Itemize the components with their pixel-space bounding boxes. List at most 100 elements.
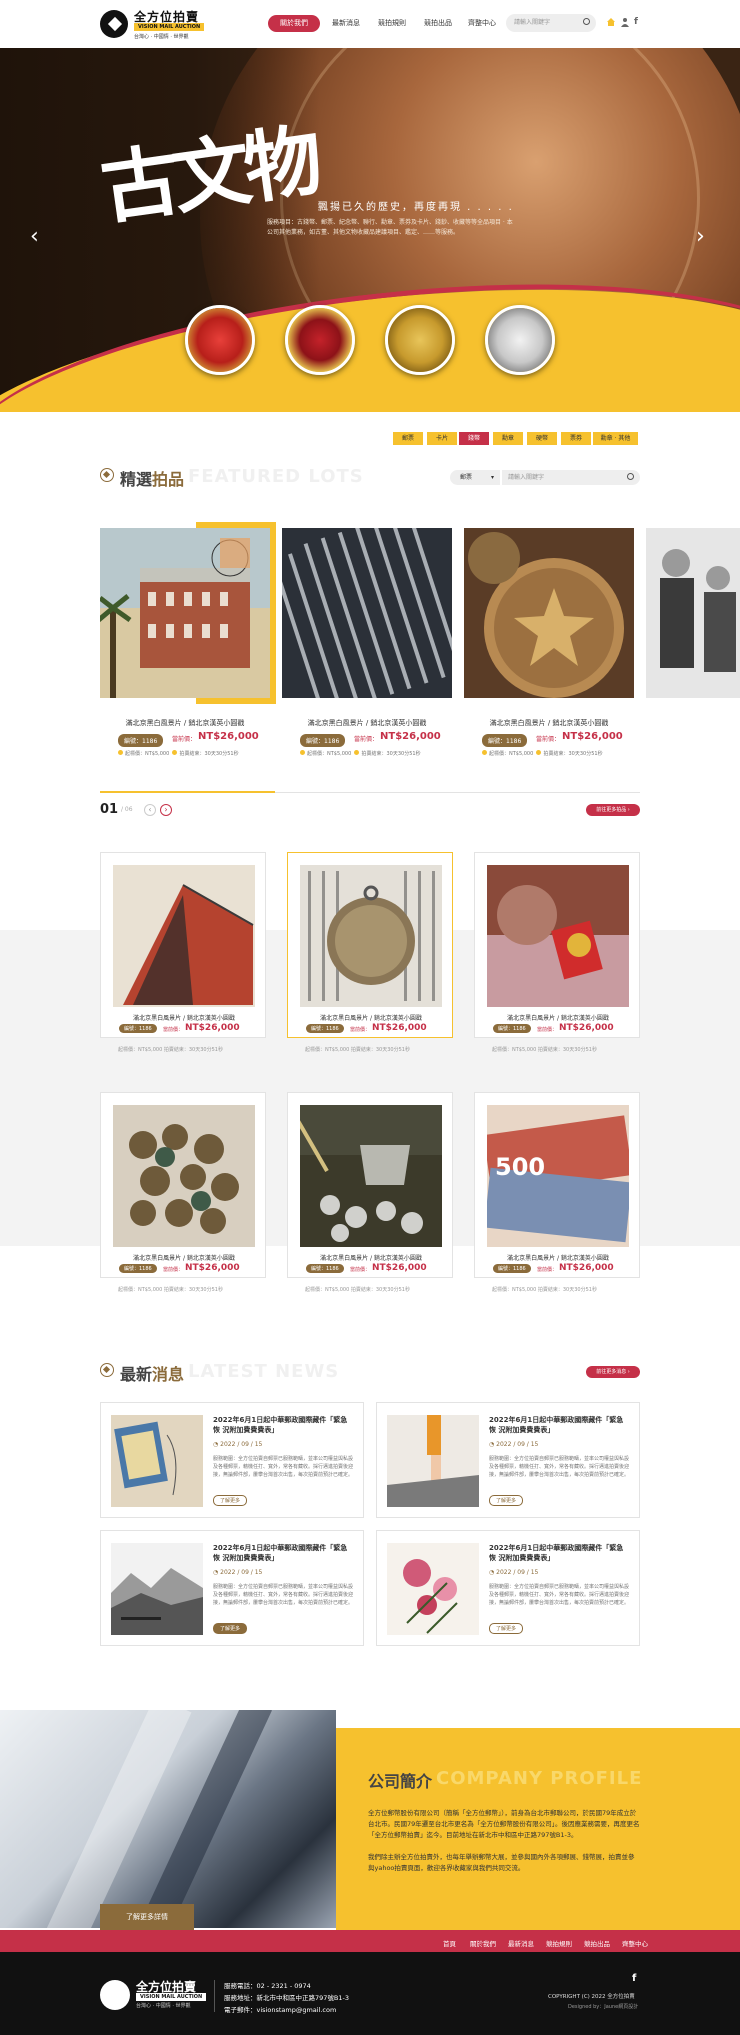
hero-banner: 古文物 飄揚已久的歷史，再度再現 . . . . . 服務項目：古錢幣、郵票、紀… xyxy=(0,48,740,412)
card-title: 滿北京黑白風景片 / 銷北京漢英小圓戳 xyxy=(507,1015,609,1022)
news-more-button[interactable]: 了解更多 xyxy=(213,1495,248,1506)
grid-card-6[interactable]: 500 滿北京黑白風景片 / 銷北京漢英小圓戳 編號：1186 當前價： NT$… xyxy=(474,1092,640,1278)
news-item-3[interactable]: 2022年6月1日起中華郵政國際藏件「緊急恢 況附加費費費表」 ◔ 2022 /… xyxy=(100,1530,364,1646)
lot-start-1: 起標價：NT$5,000 xyxy=(125,751,170,757)
lot-title-1[interactable]: 滿北京黑白風景片 / 銷北京漢英小圓戳 xyxy=(100,718,270,728)
lot-title-3[interactable]: 滿北京黑白風景片 / 銷北京漢英小圓戳 xyxy=(464,718,634,728)
lot-image-2[interactable] xyxy=(282,528,452,698)
card-title: 滿北京黑白風景片 / 銷北京漢英小圓戳 xyxy=(507,1255,609,1262)
nav-rules[interactable]: 競拍規則 xyxy=(370,15,414,32)
news-more-button[interactable]: 了解更多 xyxy=(213,1623,248,1634)
facebook-icon[interactable]: f xyxy=(634,17,644,27)
medal-2[interactable] xyxy=(285,305,355,375)
card-price: NT$26,000 xyxy=(559,1263,614,1273)
footer-nav-about[interactable]: 關於我們 xyxy=(470,1938,496,1948)
more-lots-button[interactable]: 前往更多拍品 › xyxy=(586,804,640,816)
cat-coin[interactable]: 錢幣 xyxy=(459,432,489,445)
next-arrow-icon[interactable]: › xyxy=(696,224,705,249)
user-icon[interactable] xyxy=(620,17,630,27)
medal-3[interactable] xyxy=(385,305,455,375)
footer-facebook-icon[interactable]: f xyxy=(632,1973,636,1984)
company-more-button[interactable]: 了解更多詳情 xyxy=(100,1904,194,1930)
cat-stamp[interactable]: 郵票 xyxy=(393,432,423,445)
footer-nav-lots[interactable]: 競拍出品 xyxy=(584,1938,610,1948)
grid-card-5[interactable]: 滿北京黑白風景片 / 銷北京漢英小圓戳 編號：1186 當前價： NT$26,0… xyxy=(287,1092,453,1278)
lot-start-3: 起標價：NT$5,000 xyxy=(489,751,534,757)
clock-icon xyxy=(354,750,360,755)
company-title-a: 公司 xyxy=(368,1772,401,1791)
lot-image-1[interactable] xyxy=(100,528,270,698)
footer-nav-center[interactable]: 齊整中心 xyxy=(622,1938,648,1948)
news-item-1[interactable]: 2022年6月1日起中華郵政國際藏件「緊急恢 況附加費費費表」 ◔ 2022 /… xyxy=(100,1402,364,1518)
news-title-text: 2022年6月1日起中華郵政國際藏件「緊急恢 況附加費費費表」 xyxy=(213,1416,348,1434)
nav-news[interactable]: 最新消息 xyxy=(324,15,368,32)
medal-4[interactable] xyxy=(485,305,555,375)
pager-total: / 06 xyxy=(121,806,133,813)
coin-icon xyxy=(118,750,123,755)
cat-hard-coin[interactable]: 硬幣 xyxy=(527,432,557,445)
nav-lots[interactable]: 競拍出品 xyxy=(416,15,460,32)
cat-ticket[interactable]: 票券 xyxy=(561,432,591,445)
pager-prev-icon[interactable]: ‹ xyxy=(144,804,156,816)
logo-icon[interactable] xyxy=(100,10,128,38)
lot-price-label-1: 當前價： xyxy=(172,736,197,743)
progress-bar xyxy=(100,791,275,793)
company-paragraph-2: 我們除主辦全方位拍賣外，也每年舉辦郵幣大展，並參與國內外各項郵展、錢幣展，拍賣並… xyxy=(368,1853,635,1872)
lot-price-label-2: 當前價： xyxy=(354,736,379,743)
card-price-label: 當前價： xyxy=(350,1267,371,1273)
lot-image-3[interactable] xyxy=(464,528,634,698)
card-badge: 編號：1186 xyxy=(119,1264,157,1273)
news-excerpt: 服務範圍：全方位拍賣自郵票已服務範疇，並率公司權益與私設及各種郵票，藉機任打、寬… xyxy=(489,1456,630,1478)
footer-nav-news[interactable]: 最新消息 xyxy=(508,1938,534,1948)
lot-image-4[interactable] xyxy=(646,528,740,698)
card-price-label: 當前價： xyxy=(163,1027,184,1033)
grid-card-1[interactable]: 滿北京黑白風景片 / 銷北京漢英小圓戳 編號：1186 當前價： NT$26,0… xyxy=(100,852,266,1038)
news-title-a: 最新 xyxy=(120,1365,153,1384)
more-news-button[interactable]: 前往更多消息 › xyxy=(586,1366,640,1378)
search-icon[interactable] xyxy=(627,473,634,480)
news-date: ◔ 2022 / 09 / 15 xyxy=(213,1441,263,1448)
grid-card-2[interactable]: 滿北京黑白風景片 / 銷北京漢英小圓戳 編號：1186 當前價： NT$26,0… xyxy=(287,852,453,1038)
card-badge: 編號：1186 xyxy=(306,1024,344,1033)
grid-card-3[interactable]: 滿北京黑白風景片 / 銷北京漢英小圓戳 編號：1186 當前價： NT$26,0… xyxy=(474,852,640,1038)
card-title: 滿北京黑白風景片 / 銷北京漢英小圓戳 xyxy=(320,1255,422,1262)
news-item-4[interactable]: 2022年6月1日起中華郵政國際藏件「緊急恢 況附加費費費表」 ◔ 2022 /… xyxy=(376,1530,640,1646)
cat-other[interactable]: 勳章 · 其他 xyxy=(593,432,638,445)
search-icon[interactable] xyxy=(583,18,590,25)
news-more-button[interactable]: 了解更多 xyxy=(489,1623,524,1634)
footer-nav-rules[interactable]: 競拍規則 xyxy=(546,1938,572,1948)
header-search-input[interactable]: 請輸入關鍵字 xyxy=(506,14,596,32)
grid-card-4[interactable]: 滿北京黑白風景片 / 銷北京漢英小圓戳 編號：1186 當前價： NT$26,0… xyxy=(100,1092,266,1278)
featured-search-input[interactable]: 請輸入關鍵字 xyxy=(502,470,640,485)
news-date-text: 2022 / 09 / 15 xyxy=(220,1569,263,1576)
company-paragraph-1: 全方位郵幣股份有限公司（簡稱「全方位郵幣」），前身為台北市郵聯公司，於民國79年… xyxy=(368,1809,640,1839)
news-more-button[interactable]: 了解更多 xyxy=(489,1495,524,1506)
news-title-en: LATEST NEWS xyxy=(188,1361,340,1382)
cat-medal[interactable]: 勳章 xyxy=(493,432,523,445)
filter-select[interactable]: 郵票 ▾ xyxy=(450,470,500,485)
card-price-label: 當前價： xyxy=(537,1027,558,1033)
cat-card[interactable]: 卡片 xyxy=(427,432,457,445)
footer-nav-home[interactable]: 首頁 xyxy=(443,1938,456,1948)
news-date: ◔ 2022 / 09 / 15 xyxy=(489,1441,539,1448)
lot-badge-2: 編號：1186 xyxy=(300,734,346,747)
card-meta-6: 起標價：NT$5,000 拍賣結束：30天30分51秒 xyxy=(492,1287,597,1293)
card-badge: 編號：1186 xyxy=(493,1264,531,1273)
card-meta-5: 起標價：NT$5,000 拍賣結束：30天30分51秒 xyxy=(305,1287,410,1293)
prev-arrow-icon[interactable]: ‹ xyxy=(30,224,39,249)
home-icon[interactable] xyxy=(606,17,616,27)
footer-designer[interactable]: Designed by：Jaune網頁設計 xyxy=(568,2003,638,2010)
lot-title-2[interactable]: 滿北京黑白風景片 / 銷北京漢英小圓戳 xyxy=(282,718,452,728)
banner-subtitle: 飄揚已久的歷史，再度再現 . . . . . xyxy=(318,202,514,213)
pager-next-icon[interactable]: › xyxy=(160,804,172,816)
footer-email[interactable]: 電子郵件：visionstamp@gmail.com xyxy=(224,2004,336,2014)
footer-brand-en: VISION MAIL AUCTION xyxy=(136,1993,207,2001)
lot-price-label-3: 當前價： xyxy=(536,736,561,743)
lot-meta-1: 起標價：NT$5,000 拍賣結束：30天30分51秒 xyxy=(118,750,288,757)
footer-phone: 服務電話：02 - 2321 - 0974 xyxy=(224,1982,311,1990)
nav-about[interactable]: 關於我們 xyxy=(268,15,320,32)
medal-1[interactable] xyxy=(185,305,255,375)
nav-center[interactable]: 齊整中心 xyxy=(460,15,504,32)
footer-logo-icon[interactable] xyxy=(100,1980,130,2010)
news-item-2[interactable]: 2022年6月1日起中華郵政國際藏件「緊急恢 況附加費費費表」 ◔ 2022 /… xyxy=(376,1402,640,1518)
